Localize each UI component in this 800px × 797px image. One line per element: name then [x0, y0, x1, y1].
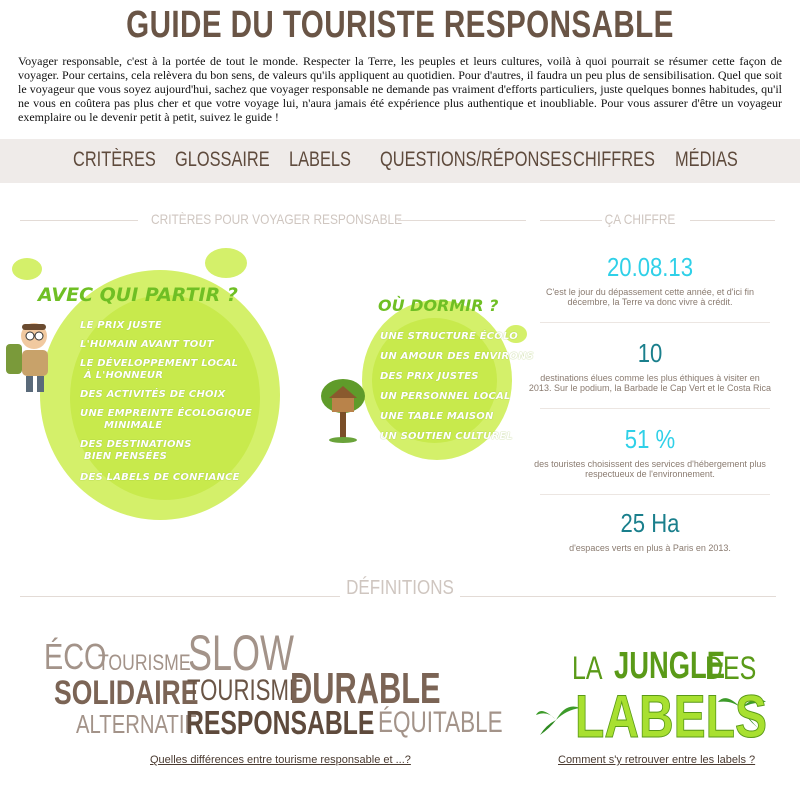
list-item[interactable]: DES PRIX JUSTES	[380, 371, 534, 383]
stat-desc-line: destinations élues comme les plus éthiqu…	[540, 373, 760, 383]
nav-labels[interactable]: LABELS	[289, 148, 351, 172]
list-item[interactable]: DES DESTINATIONS	[80, 439, 252, 451]
paint-drop	[12, 258, 42, 280]
list-item[interactable]: UN SOUTIEN CULTUREL	[380, 431, 534, 443]
divider	[540, 220, 602, 221]
labels-link[interactable]: Comment s'y retrouver entre les labels ?	[558, 754, 755, 766]
avec-qui-partir-list: LE PRIX JUSTE L'HUMAIN AVANT TOUT LE DÉV…	[80, 320, 252, 484]
main-nav: CRITÈRES GLOSSAIRE LABELS QUESTIONS/RÉPO…	[0, 139, 800, 183]
divider	[20, 596, 340, 597]
traveller-icon	[6, 323, 48, 392]
paint-drop	[205, 248, 247, 278]
ou-dormir-list: UNE STRUCTURE ÉCOLO UN AMOUR DES ENVIRON…	[380, 331, 534, 443]
stat-block: 51 % des touristes choisissent des servi…	[525, 424, 775, 479]
treehouse-icon	[321, 379, 365, 443]
nav-chiffres[interactable]: CHIFFRES	[573, 148, 655, 172]
cloud-word: SOLIDAIRE	[54, 674, 199, 712]
stat-value: 10	[637, 338, 663, 368]
cloud-word: TOURISME	[98, 650, 191, 675]
stat-description: d'espaces verts en plus à Paris en 2013.	[525, 543, 775, 553]
nav-criteres[interactable]: CRITÈRES	[73, 148, 156, 172]
chiffres-section-title: ÇA CHIFFRE	[604, 211, 676, 227]
list-item[interactable]: LE DÉVELOPPEMENT LOCAL	[80, 358, 252, 370]
cloud-word: ÉQUITABLE	[378, 706, 503, 739]
jungle-word-wrap: LABELS	[575, 682, 800, 751]
criteres-section-title: CRITÈRES POUR VOYAGER RESPONSABLE	[151, 211, 403, 227]
nav-glossaire[interactable]: GLOSSAIRE	[175, 148, 270, 172]
stat-value: 25 Ha	[620, 508, 680, 538]
stat-description: destinations élues comme les plus éthiqu…	[525, 373, 775, 393]
stat-value: 20.08.13	[606, 252, 694, 282]
list-item[interactable]: UNE STRUCTURE ÉCOLO	[380, 331, 534, 343]
stat-desc-line: 2013. Sur le podium, la Barbade le Cap V…	[528, 383, 772, 393]
stat-desc-line: d'espaces verts en plus à Paris en 2013.	[569, 543, 731, 553]
divider	[540, 494, 770, 495]
list-item[interactable]: UNE TABLE MAISON	[380, 411, 534, 423]
cloud-word: RESPONSABLE	[186, 704, 375, 741]
list-item[interactable]: À L'HONNEUR	[80, 370, 252, 382]
list-item[interactable]: UN PERSONNEL LOCAL	[380, 391, 534, 403]
avec-qui-partir-heading: AVEC QUI PARTIR ?	[38, 284, 238, 306]
divider	[398, 220, 526, 221]
stat-desc-line: décembre, la Terre va donc vivre à crédi…	[567, 297, 733, 307]
cloud-word: ALTERNATIF	[76, 709, 197, 739]
definitions-link[interactable]: Quelles différences entre tourisme respo…	[150, 754, 411, 766]
cloud-word: TOURISME	[187, 674, 304, 707]
ou-dormir-heading: OÙ DORMIR ?	[378, 296, 499, 315]
jungle-word: LABELS	[575, 683, 768, 751]
divider	[690, 220, 775, 221]
definitions-section-title: DÉFINITIONS	[346, 577, 454, 599]
list-item[interactable]: UN AMOUR DES ENVIRONS	[380, 351, 534, 363]
list-item[interactable]: MINIMALE	[80, 420, 252, 432]
stat-description: des touristes choisissent des services d…	[525, 459, 775, 479]
stat-block: 10 destinations élues comme les plus éth…	[525, 338, 775, 393]
list-item[interactable]: LE PRIX JUSTE	[80, 320, 252, 332]
stat-block: 20.08.13 C'est le jour du dépassement ce…	[525, 252, 775, 307]
list-item[interactable]: UNE EMPREINTE ÉCOLOGIQUE	[80, 408, 252, 420]
divider	[20, 220, 138, 221]
nav-medias[interactable]: MÉDIAS	[675, 148, 738, 172]
stat-desc-line: des touristes choisissent des services d…	[534, 459, 766, 469]
nav-questions-reponses[interactable]: QUESTIONS/RÉPONSES	[380, 148, 572, 172]
stat-block: 25 Ha d'espaces verts en plus à Paris en…	[525, 508, 775, 553]
divider	[540, 408, 770, 409]
divider	[460, 596, 776, 597]
list-item[interactable]: DES LABELS DE CONFIANCE	[80, 472, 252, 484]
list-item[interactable]: L'HUMAIN AVANT TOUT	[80, 339, 252, 351]
divider	[540, 322, 770, 323]
page-title: GUIDE DU TOURISTE RESPONSABLE	[126, 4, 674, 46]
stat-description: C'est le jour du dépassement cette année…	[525, 287, 775, 307]
stat-desc-line: respectueux de l'environnement.	[585, 469, 715, 479]
list-item[interactable]: BIEN PENSÉES	[80, 451, 252, 463]
stat-value: 51 %	[624, 424, 676, 454]
list-item[interactable]: DES ACTIVITÉS DE CHOIX	[80, 389, 252, 401]
stat-desc-line: C'est le jour du dépassement cette année…	[545, 287, 755, 297]
intro-paragraph: Voyager responsable, c'est à la portée d…	[18, 54, 782, 124]
